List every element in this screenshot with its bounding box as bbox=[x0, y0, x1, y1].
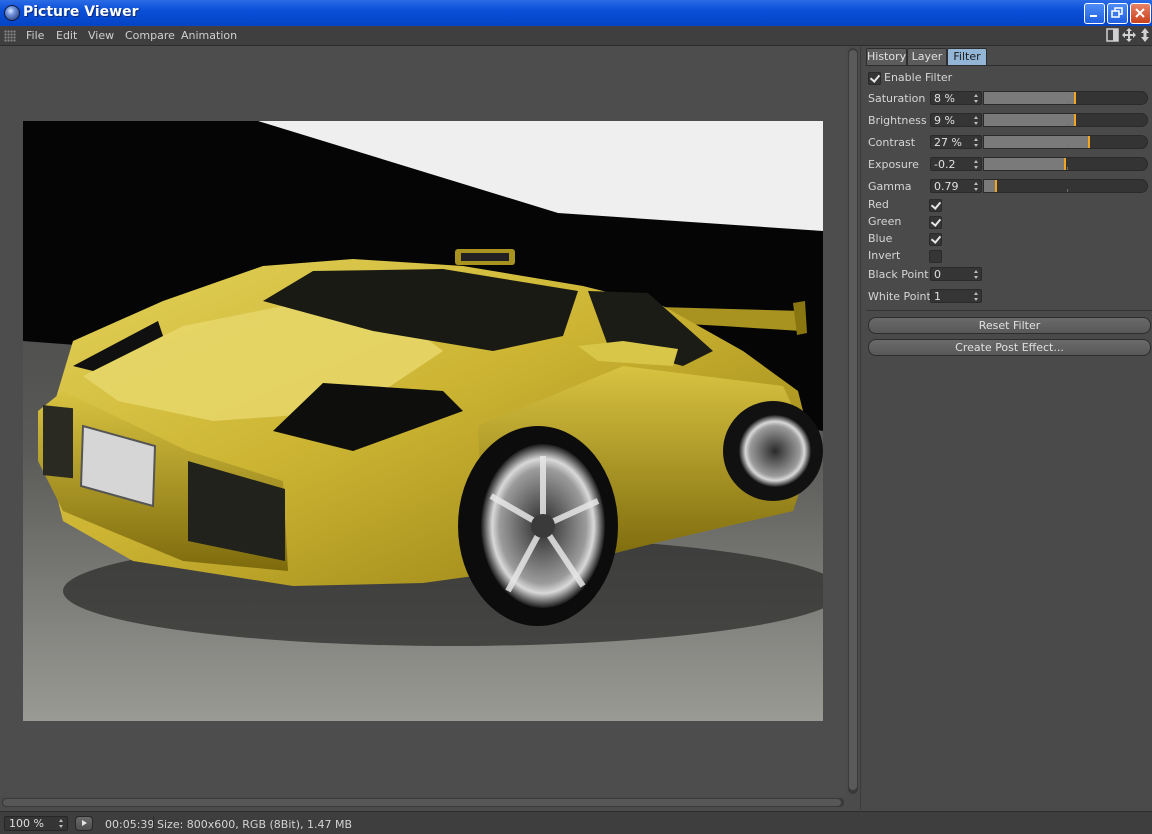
slider-tick bbox=[1067, 189, 1068, 192]
zoom-field[interactable]: 100 % bbox=[4, 816, 68, 831]
gamma-field[interactable]: 0.79 bbox=[930, 179, 982, 193]
exposure-slider-fill bbox=[984, 158, 1064, 170]
gamma-slider-knob[interactable] bbox=[995, 180, 997, 192]
slider-tick bbox=[1067, 123, 1068, 126]
arrows-icon[interactable] bbox=[1137, 27, 1152, 43]
black-point-field[interactable]: 0 bbox=[930, 267, 982, 281]
time-readout: 00:05:39 bbox=[105, 818, 155, 831]
spinner-icon[interactable] bbox=[974, 181, 979, 192]
rendered-image bbox=[23, 121, 823, 721]
create-post-effect-button[interactable]: Create Post Effect... bbox=[868, 339, 1151, 356]
vertical-scrollbar[interactable] bbox=[848, 48, 858, 794]
spinner-icon[interactable] bbox=[974, 269, 979, 280]
play-button[interactable] bbox=[75, 816, 93, 831]
red-label: Red bbox=[868, 198, 889, 211]
image-info: Size: 800x600, RGB (8Bit), 1.47 MB bbox=[157, 818, 353, 831]
close-button[interactable] bbox=[1130, 3, 1151, 24]
saturation-slider[interactable] bbox=[983, 91, 1148, 105]
green-label: Green bbox=[868, 215, 902, 228]
panel-layout-icon[interactable] bbox=[1105, 27, 1121, 43]
app-icon bbox=[4, 5, 20, 21]
saturation-slider-knob[interactable] bbox=[1074, 92, 1076, 104]
tab-filter[interactable]: Filter bbox=[947, 48, 987, 66]
gamma-slider[interactable] bbox=[983, 179, 1148, 193]
filter-panel: History Layer Filter Enable Filter Satur… bbox=[860, 46, 1152, 810]
red-checkbox[interactable] bbox=[929, 199, 942, 212]
window-title: Picture Viewer bbox=[23, 4, 139, 20]
slider-tick bbox=[1067, 145, 1068, 148]
menu-edit[interactable]: Edit bbox=[56, 29, 77, 42]
green-checkbox[interactable] bbox=[929, 216, 942, 229]
contrast-slider-fill bbox=[984, 136, 1088, 148]
exposure-field[interactable]: -0.2 bbox=[930, 157, 982, 171]
saturation-slider-fill bbox=[984, 92, 1074, 104]
menu-file[interactable]: File bbox=[26, 29, 44, 42]
black-point-label: Black Point bbox=[868, 268, 929, 281]
saturation-label: Saturation bbox=[868, 92, 926, 105]
white-point-field[interactable]: 1 bbox=[930, 289, 982, 303]
enable-filter-label: Enable Filter bbox=[884, 71, 953, 84]
restore-button[interactable] bbox=[1107, 3, 1128, 24]
gamma-label: Gamma bbox=[868, 180, 912, 193]
tab-history[interactable]: History bbox=[866, 48, 907, 66]
spinner-icon[interactable] bbox=[974, 115, 979, 126]
menu-bar: File Edit View Compare Animation bbox=[0, 26, 1152, 46]
invert-checkbox[interactable] bbox=[929, 250, 942, 263]
exposure-slider-knob[interactable] bbox=[1064, 158, 1066, 170]
brightness-slider-fill bbox=[984, 114, 1074, 126]
spinner-icon[interactable] bbox=[974, 93, 979, 104]
enable-filter-checkbox[interactable] bbox=[868, 72, 881, 85]
spinner-icon[interactable] bbox=[974, 137, 979, 148]
blue-checkbox[interactable] bbox=[929, 233, 942, 246]
spinner-icon[interactable] bbox=[59, 818, 64, 829]
horizontal-scrollbar[interactable] bbox=[2, 798, 844, 807]
brightness-slider[interactable] bbox=[983, 113, 1148, 127]
reset-filter-button[interactable]: Reset Filter bbox=[868, 317, 1151, 334]
grip-icon bbox=[4, 30, 16, 42]
saturation-field[interactable]: 8 % bbox=[930, 91, 982, 105]
gamma-slider-fill bbox=[984, 180, 995, 192]
slider-tick bbox=[1067, 167, 1068, 170]
contrast-label: Contrast bbox=[868, 136, 916, 149]
brightness-field[interactable]: 9 % bbox=[930, 113, 982, 127]
contrast-slider[interactable] bbox=[983, 135, 1148, 149]
move-icon[interactable] bbox=[1121, 27, 1137, 43]
contrast-slider-knob[interactable] bbox=[1088, 136, 1090, 148]
menu-view[interactable]: View bbox=[88, 29, 114, 42]
exposure-label: Exposure bbox=[868, 158, 919, 171]
spinner-icon[interactable] bbox=[974, 159, 979, 170]
slider-tick bbox=[1067, 101, 1068, 104]
spinner-icon[interactable] bbox=[974, 291, 979, 302]
exposure-slider[interactable] bbox=[983, 157, 1148, 171]
minimize-button[interactable] bbox=[1084, 3, 1105, 24]
white-point-label: White Point bbox=[868, 290, 931, 303]
tab-layer[interactable]: Layer bbox=[907, 48, 947, 66]
blue-label: Blue bbox=[868, 232, 893, 245]
image-viewer[interactable] bbox=[0, 46, 846, 796]
contrast-field[interactable]: 27 % bbox=[930, 135, 982, 149]
menu-animation[interactable]: Animation bbox=[181, 29, 237, 42]
brightness-slider-knob[interactable] bbox=[1074, 114, 1076, 126]
brightness-label: Brightness bbox=[868, 114, 927, 127]
status-bar: 100 % 00:05:39 Size: 800x600, RGB (8Bit)… bbox=[0, 811, 1152, 834]
invert-label: Invert bbox=[868, 249, 901, 262]
title-bar: Picture Viewer bbox=[0, 0, 1152, 27]
menu-compare[interactable]: Compare bbox=[125, 29, 175, 42]
